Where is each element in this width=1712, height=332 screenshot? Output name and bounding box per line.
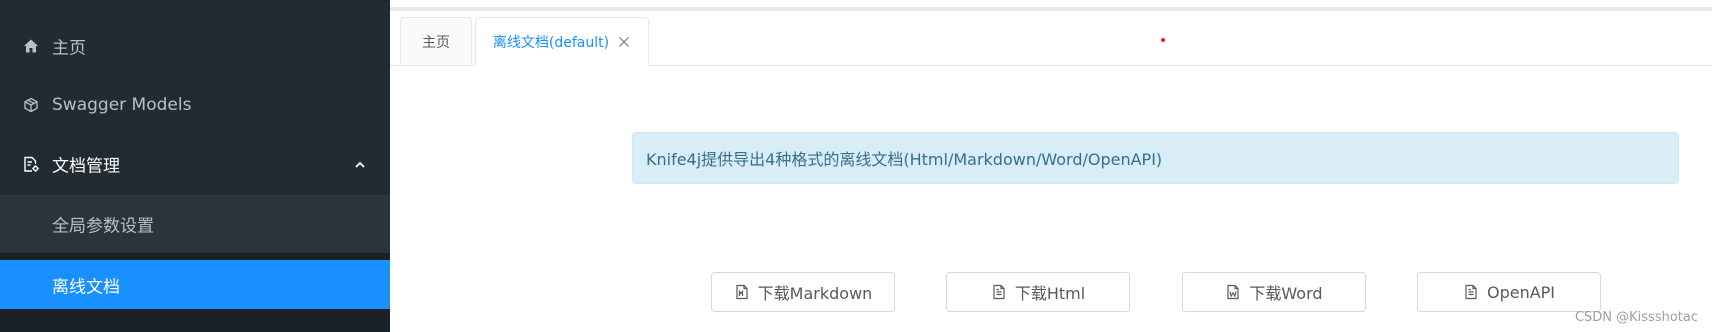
sidebar-item-swagger-models[interactable]: Swagger Models: [0, 76, 390, 134]
download-openapi-button[interactable]: OpenAPI: [1417, 272, 1601, 312]
download-markdown-button[interactable]: 下载Markdown: [711, 272, 895, 312]
sidebar-item-label: Swagger Models: [52, 95, 192, 115]
info-alert: Knife4j提供导出4种格式的离线文档(Html/Markdown/Word/…: [632, 132, 1679, 184]
sidebar-item-label: 离线文档: [52, 277, 120, 297]
button-label: 下载Word: [1249, 284, 1323, 303]
sidebar-item-label: 文档管理: [52, 156, 120, 177]
sidebar-item-offline-docs[interactable]: 离线文档: [0, 260, 390, 309]
download-word-button[interactable]: 下载Word: [1182, 272, 1366, 312]
button-label: OpenAPI: [1486, 282, 1556, 302]
doc-settings-icon: [22, 155, 40, 173]
word-file-icon: [1225, 284, 1241, 300]
download-html-button[interactable]: 下载Html: [946, 272, 1130, 312]
tab-label: 主页: [422, 34, 450, 51]
sidebar-item-doc-management[interactable]: 文档管理: [0, 135, 390, 193]
chevron-up-icon: [353, 157, 367, 171]
sidebar-item-label: 全局参数设置: [52, 216, 154, 237]
top-divider: [390, 7, 1712, 11]
sidebar-item-home[interactable]: 主页: [0, 17, 390, 75]
sidebar-item-global-params[interactable]: 全局参数设置: [0, 195, 390, 253]
button-label: 下载Html: [1014, 284, 1086, 303]
close-icon[interactable]: [617, 35, 631, 49]
indicator-dot: [1161, 38, 1165, 42]
tab-offline-docs[interactable]: 离线文档(default): [475, 17, 649, 66]
button-label: 下载Markdown: [757, 284, 873, 303]
sidebar: 主页 Swagger Models 文档管理 全局参数设置 离线文档: [0, 0, 390, 332]
markdown-file-icon: [734, 284, 750, 300]
home-icon: [22, 37, 40, 55]
file-text-icon: [1463, 284, 1479, 300]
app-window: 主页 Swagger Models 文档管理 全局参数设置 离线文档 主页 离线…: [0, 0, 1712, 332]
alert-text: Knife4j提供导出4种格式的离线文档(Html/Markdown/Word/…: [646, 150, 1163, 169]
sidebar-item-label: 主页: [52, 38, 86, 59]
tab-label: 离线文档(default): [492, 34, 610, 51]
file-text-icon: [991, 284, 1007, 300]
watermark: CSDN @Kissshotac: [1574, 310, 1698, 325]
tab-home[interactable]: 主页: [400, 17, 472, 66]
main-content: 主页 离线文档(default) Knife4j提供导出4种格式的离线文档(Ht…: [390, 0, 1712, 332]
cube-icon: [22, 96, 40, 114]
